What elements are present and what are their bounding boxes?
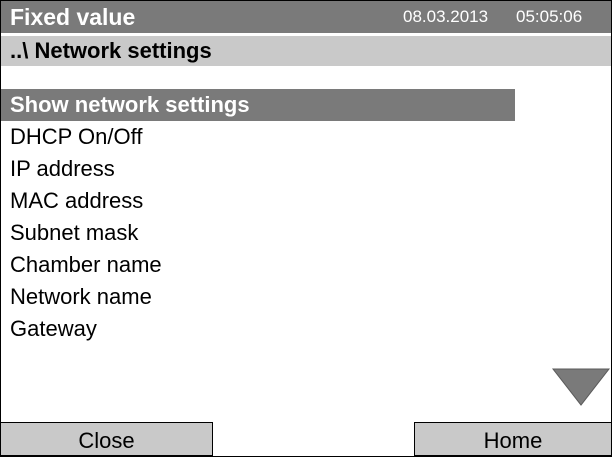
- breadcrumb-label: ..\ Network settings: [10, 38, 212, 63]
- close-button[interactable]: Close: [1, 422, 213, 456]
- time-display: 05:05:06: [516, 7, 583, 26]
- menu-item-subnet-mask[interactable]: Subnet mask: [1, 217, 611, 249]
- menu-item-ip-address[interactable]: IP address: [1, 153, 611, 185]
- menu-item-show-network-settings[interactable]: Show network settings: [1, 89, 515, 121]
- home-button[interactable]: Home: [414, 422, 611, 456]
- menu-item-label: Network name: [10, 284, 152, 309]
- menu-item-chamber-name[interactable]: Chamber name: [1, 249, 611, 281]
- page-title: Fixed value: [10, 4, 136, 30]
- menu-item-network-name[interactable]: Network name: [1, 281, 611, 313]
- menu-item-label: MAC address: [10, 188, 144, 213]
- menu-item-label: Chamber name: [10, 252, 162, 277]
- title-bar: Fixed value 08.03.2013 05:05:06: [1, 1, 611, 33]
- menu-item-label: Subnet mask: [10, 220, 139, 245]
- menu-item-dhcp[interactable]: DHCP On/Off: [1, 121, 611, 153]
- menu-item-label: DHCP On/Off: [10, 124, 143, 149]
- menu-item-mac-address[interactable]: MAC address: [1, 185, 611, 217]
- scroll-down-button[interactable]: [551, 367, 611, 407]
- triangle-down-icon: [551, 368, 611, 406]
- breadcrumb: ..\ Network settings: [1, 36, 611, 66]
- menu-item-label: IP address: [10, 156, 115, 181]
- menu-item-label: Gateway: [10, 316, 97, 341]
- menu-item-label: Show network settings: [10, 92, 250, 117]
- date-display: 08.03.2013: [403, 7, 489, 26]
- menu-item-gateway[interactable]: Gateway: [1, 313, 536, 345]
- device-screen: Fixed value 08.03.2013 05:05:06 ..\ Netw…: [0, 0, 612, 457]
